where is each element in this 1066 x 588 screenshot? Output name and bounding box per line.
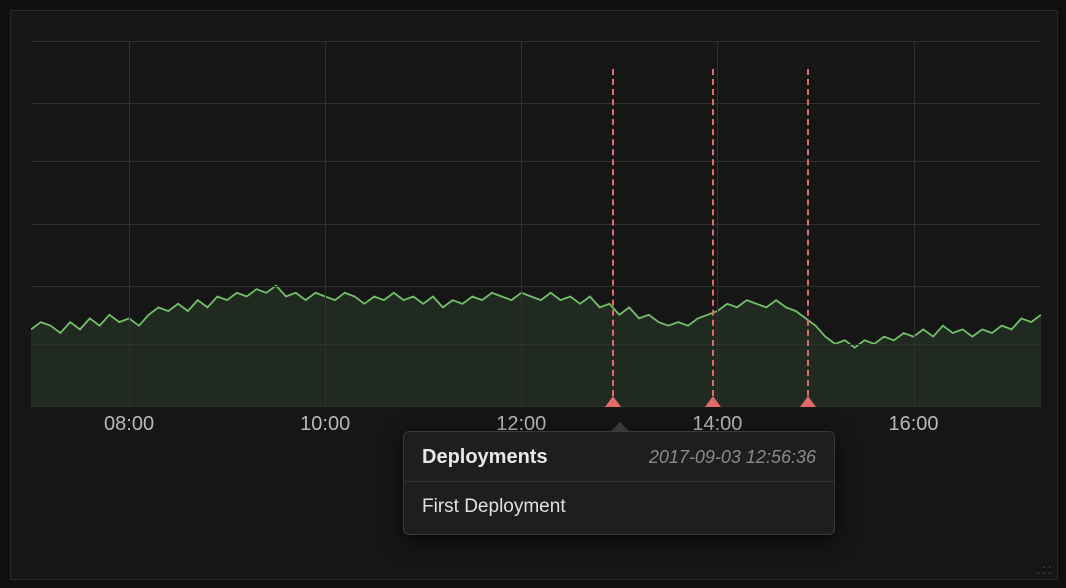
gridline-horizontal: [31, 41, 1041, 42]
chart-panel: 08:0010:0012:0014:0016:00 Deployments 20…: [10, 10, 1058, 580]
annotation-tooltip: Deployments 2017-09-03 12:56:36 First De…: [403, 431, 835, 535]
gridline-horizontal: [31, 286, 1041, 287]
annotation-line[interactable]: [807, 69, 809, 406]
x-tick-label: 10:00: [300, 413, 350, 436]
annotation-line[interactable]: [712, 69, 714, 406]
tooltip-timestamp: 2017-09-03 12:56:36: [649, 447, 816, 468]
gridline-vertical: [129, 41, 130, 406]
gridline-vertical: [521, 41, 522, 406]
annotation-line[interactable]: [612, 69, 614, 406]
gridline-horizontal: [31, 406, 1041, 407]
gridline-horizontal: [31, 103, 1041, 104]
tooltip-category: Deployments: [422, 446, 548, 469]
annotation-marker-icon[interactable]: [605, 396, 621, 407]
annotation-marker-icon[interactable]: [705, 396, 721, 407]
gridline-horizontal: [31, 224, 1041, 225]
x-tick-label: 16:00: [888, 413, 938, 436]
gridline-horizontal: [31, 161, 1041, 162]
gridline-horizontal: [31, 344, 1041, 345]
x-tick-label: 08:00: [104, 413, 154, 436]
annotation-marker-icon[interactable]: [800, 396, 816, 407]
series-area: [31, 286, 1041, 406]
plot-area[interactable]: [31, 41, 1041, 407]
gridline-vertical: [325, 41, 326, 406]
tooltip-label: First Deployment: [404, 482, 834, 534]
gridline-vertical: [717, 41, 718, 406]
gridline-vertical: [914, 41, 915, 406]
resize-handle-icon[interactable]: ·····: [1036, 563, 1053, 575]
